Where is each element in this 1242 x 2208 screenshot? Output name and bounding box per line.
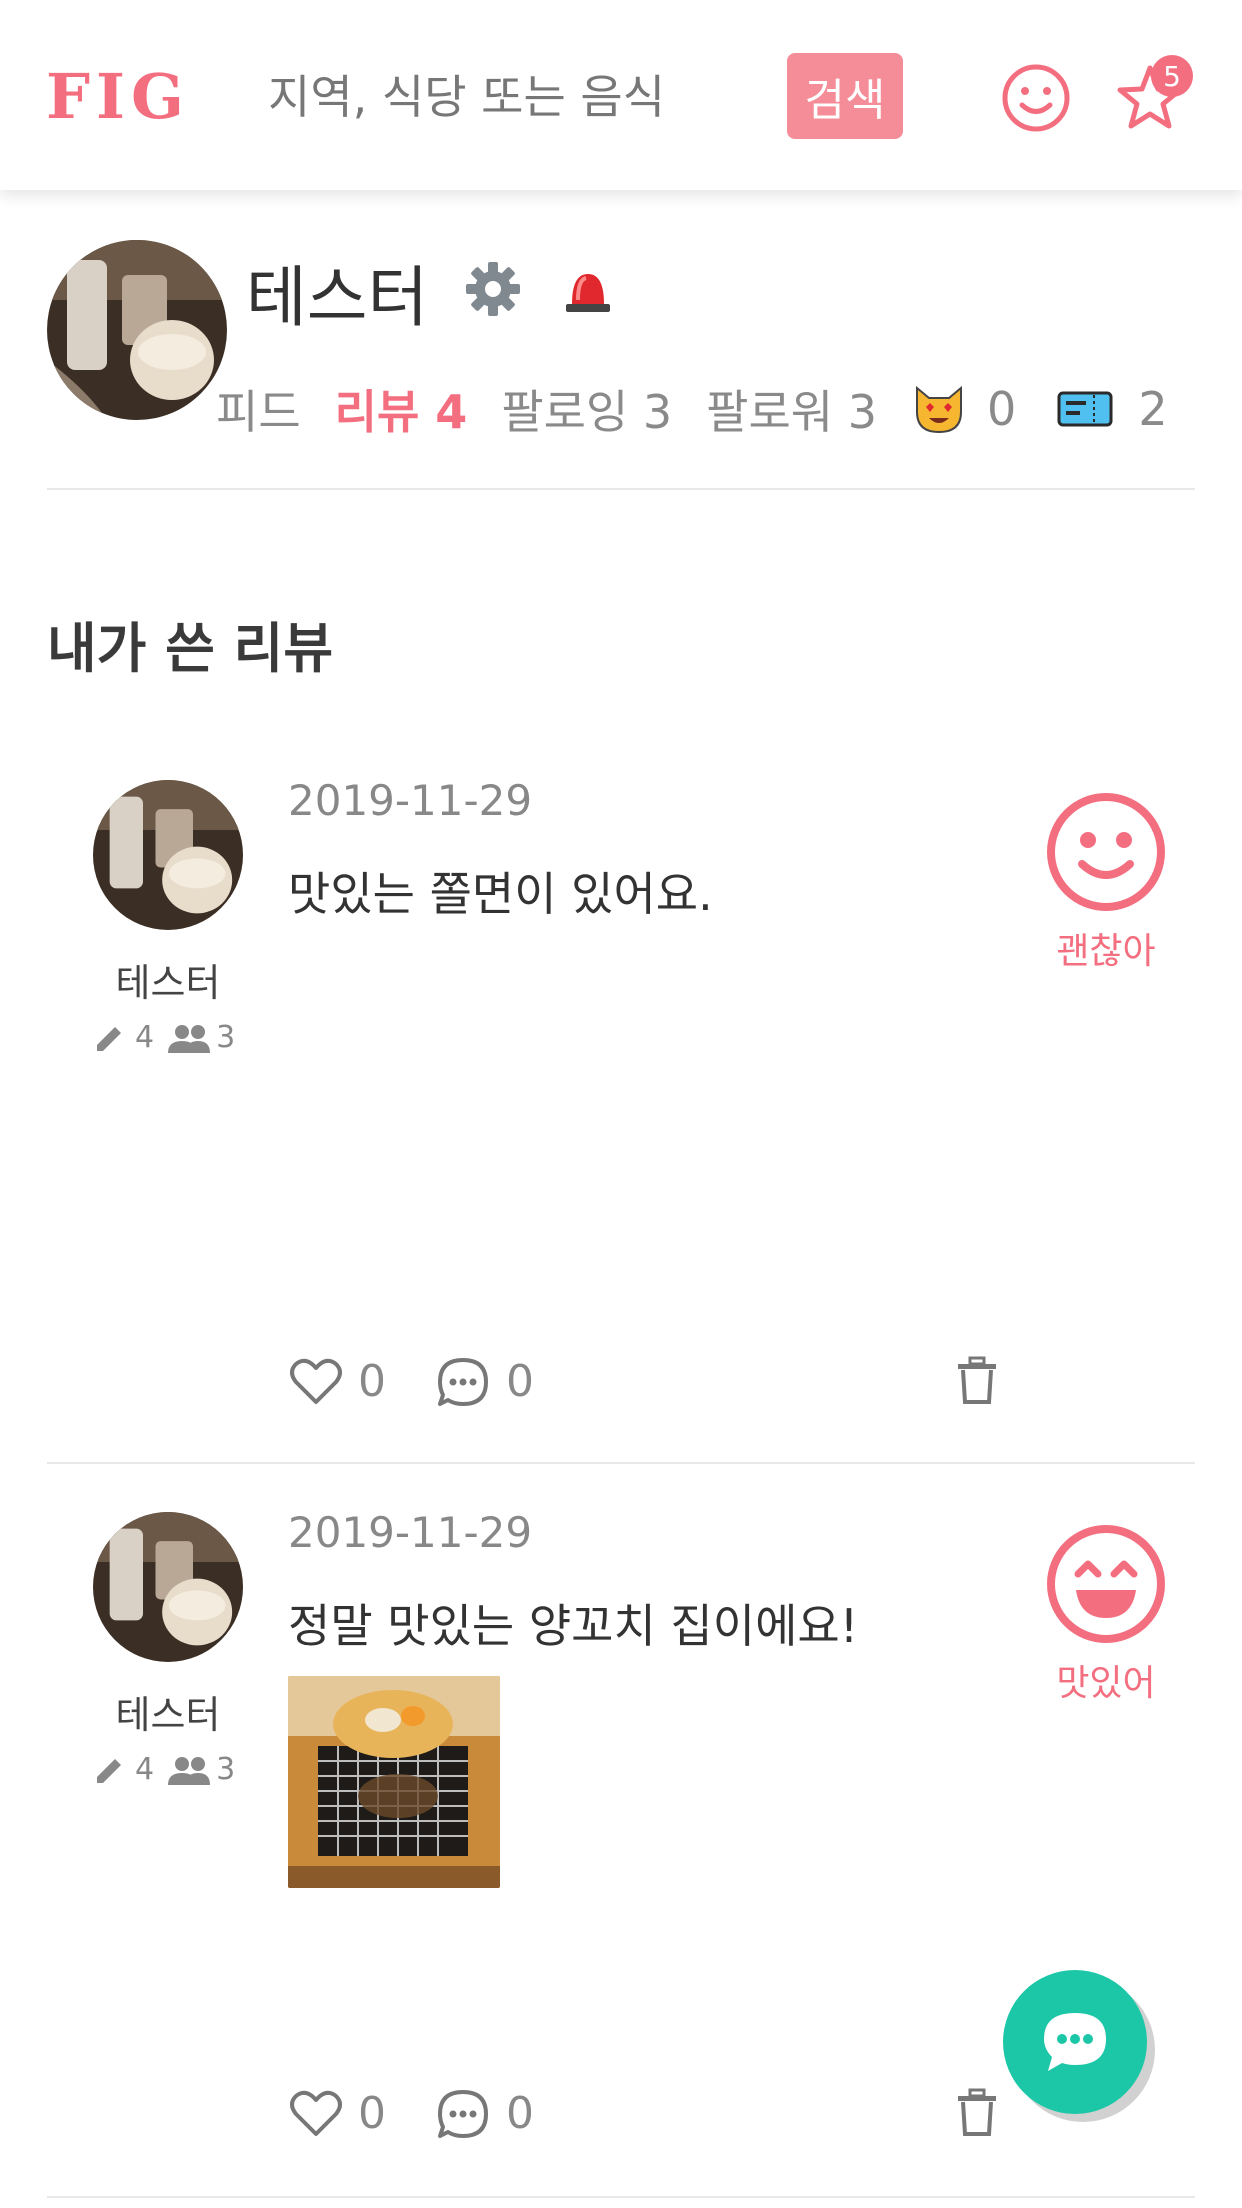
rating-delicious-icon xyxy=(1047,1525,1165,1643)
divider xyxy=(47,488,1195,490)
comment-count: 0 xyxy=(506,2088,534,2139)
profile-stats: 피드 리뷰 4 팔로잉 3 팔로워 3 0 2 xyxy=(216,376,1168,442)
review-author-name[interactable]: 테스터 xyxy=(78,1684,258,1739)
author-follow-count: 3 xyxy=(216,1020,236,1055)
author-mini-stats: 4 3 xyxy=(93,1752,235,1787)
heart-eyes-cat-icon xyxy=(916,385,963,434)
heart-icon[interactable] xyxy=(290,2090,342,2138)
tab-reviews[interactable]: 리뷰 4 xyxy=(335,376,468,442)
pencil-icon xyxy=(97,1026,121,1051)
trash-icon[interactable] xyxy=(954,2088,1000,2138)
comment-count: 0 xyxy=(506,1356,534,1407)
author-mini-stats: 4 3 xyxy=(93,1020,235,1055)
app-logo[interactable]: FIG xyxy=(46,60,190,133)
review-author-avatar[interactable] xyxy=(93,780,243,930)
chat-bubble-icon xyxy=(1044,2013,1106,2071)
author-follow-count: 3 xyxy=(216,1752,236,1787)
rating-okay-icon xyxy=(1047,793,1165,911)
comment-icon[interactable] xyxy=(436,1356,490,1408)
review-date: 2019-11-29 xyxy=(288,776,533,825)
divider xyxy=(47,2196,1195,2198)
ticket-count: 2 xyxy=(1138,382,1168,436)
divider xyxy=(47,1462,1195,1464)
section-title: 내가 쓴 리뷰 xyxy=(47,617,333,680)
notification-badge: 5 xyxy=(1151,55,1193,97)
people-icon xyxy=(168,1756,211,1785)
tab-feed[interactable]: 피드 xyxy=(216,376,301,442)
siren-icon xyxy=(566,274,610,312)
search-input[interactable] xyxy=(268,62,738,132)
review-photo[interactable] xyxy=(288,1676,500,1888)
like-count: 0 xyxy=(358,2088,386,2139)
comment-icon[interactable] xyxy=(436,2088,490,2140)
review-author-name[interactable]: 테스터 xyxy=(78,952,258,1007)
smile-icon[interactable] xyxy=(1000,62,1072,134)
profile-name: 테스터 xyxy=(246,259,429,336)
rating-label: 괜찮아 xyxy=(1056,931,1156,972)
like-count: 0 xyxy=(358,1356,386,1407)
chat-fab-button[interactable] xyxy=(1003,1970,1147,2114)
profile-avatar[interactable] xyxy=(47,240,227,420)
review-text: 정말 맛있는 양꼬치 집이에요! xyxy=(288,1599,859,1653)
ticket-icon xyxy=(1057,391,1113,427)
tab-followers[interactable]: 팔로워 3 xyxy=(706,376,877,442)
review-date: 2019-11-29 xyxy=(288,1508,533,1557)
tab-following[interactable]: 팔로잉 3 xyxy=(501,376,672,442)
review-author-avatar[interactable] xyxy=(93,1512,243,1662)
cat-count: 0 xyxy=(987,382,1017,436)
pencil-icon xyxy=(97,1758,121,1783)
review-text: 맛있는 쫄면이 있어요. xyxy=(288,867,713,921)
top-header: FIG 검색 5 xyxy=(0,0,1242,190)
author-post-count: 4 xyxy=(135,1020,155,1055)
search-button[interactable]: 검색 xyxy=(787,53,903,139)
trash-icon[interactable] xyxy=(954,1356,1000,1406)
people-icon xyxy=(168,1024,211,1053)
gear-icon[interactable] xyxy=(462,258,524,320)
heart-icon[interactable] xyxy=(290,1358,342,1406)
rating-label: 맛있어 xyxy=(1056,1663,1156,1704)
author-post-count: 4 xyxy=(135,1752,155,1787)
